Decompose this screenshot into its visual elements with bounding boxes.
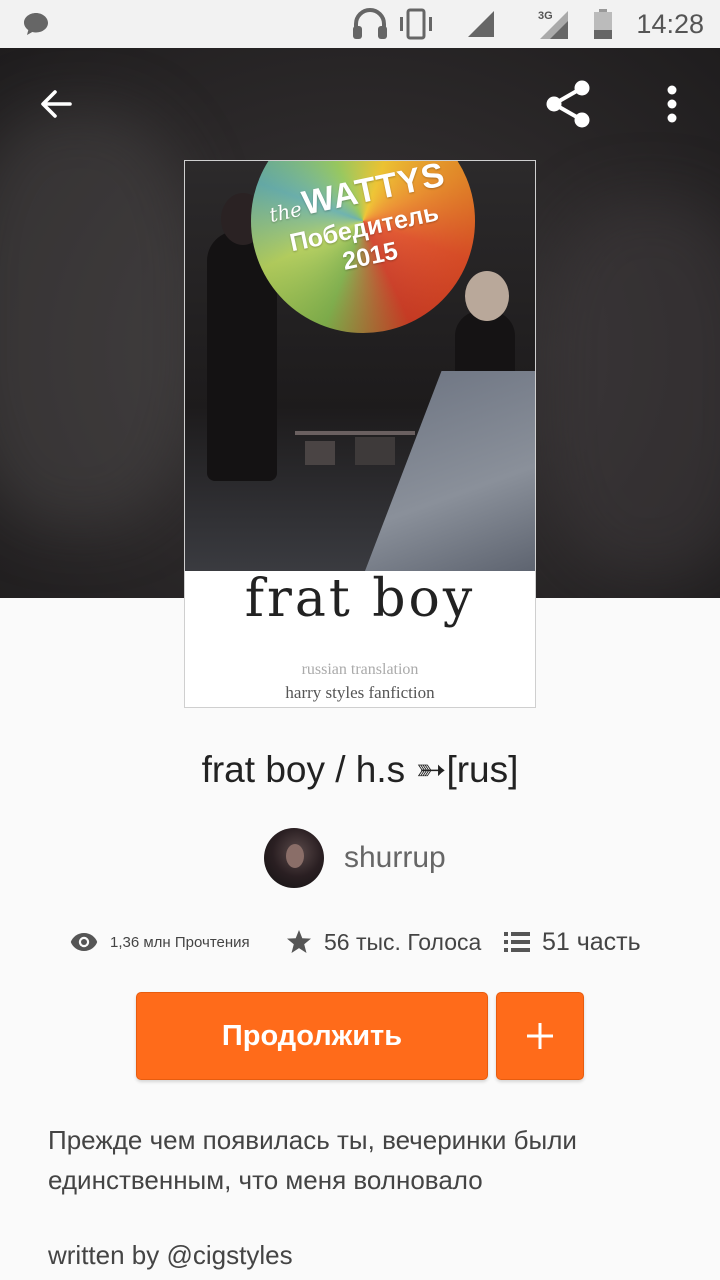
status-bar: 3G 14:28	[0, 0, 720, 48]
share-button[interactable]	[538, 74, 598, 134]
status-time: 14:28	[636, 8, 704, 39]
cover-title: frat boy	[244, 569, 476, 629]
share-icon	[546, 80, 590, 128]
author-name[interactable]: shurrup	[344, 841, 446, 875]
story-stats: 1,36 млн Прочтения 56 тыс. Голоса 51 час…	[0, 922, 720, 962]
reads-stat: 1,36 млн Прочтения	[70, 922, 250, 962]
story-cover[interactable]: theWATTYS Победитель 2015 frat boy russi…	[184, 160, 536, 708]
parts-stat[interactable]: 51 часть	[504, 922, 641, 962]
cover-photo: theWATTYS Победитель 2015	[185, 161, 535, 571]
author-link[interactable]: shurrup	[264, 828, 446, 888]
eye-icon	[70, 933, 98, 951]
reads-count: 1,36 млн Прочтения	[110, 933, 250, 951]
add-to-library-button[interactable]	[496, 992, 584, 1080]
battery-icon	[592, 8, 614, 40]
arrow-left-icon	[41, 90, 72, 118]
continue-reading-button[interactable]: Продолжить	[136, 992, 488, 1080]
vibrate-icon	[398, 8, 434, 40]
star-icon	[287, 930, 311, 953]
votes-stat: 56 тыс. Голоса	[286, 922, 481, 962]
story-description: Прежде чем появилась ты, вечеринки были …	[48, 1125, 577, 1195]
cover-subtitle-1: russian translation	[301, 661, 419, 678]
parts-count[interactable]: 51 часть	[542, 928, 641, 957]
plus-icon	[527, 1023, 553, 1049]
network-label: 3G	[538, 10, 553, 22]
wattys-badge: theWATTYS Победитель 2015	[251, 161, 475, 333]
3g-signal-icon: 3G	[536, 7, 570, 41]
headphones-icon	[350, 8, 390, 40]
cover-subtitle-2: harry styles fanfiction	[285, 683, 435, 702]
avatar[interactable]	[264, 828, 324, 888]
chat-icon	[22, 10, 50, 43]
signal-icon	[466, 9, 496, 39]
votes-count: 56 тыс. Голоса	[324, 928, 482, 955]
more-options-button[interactable]	[642, 74, 702, 134]
story-title: frat boy / h.s ➳[rus]	[201, 749, 519, 790]
back-button[interactable]	[26, 74, 86, 134]
written-by-credit: written by @cigstyles	[48, 1240, 293, 1270]
list-icon	[504, 932, 530, 952]
badge-prefix: the	[267, 196, 305, 228]
more-vertical-icon	[667, 85, 677, 123]
